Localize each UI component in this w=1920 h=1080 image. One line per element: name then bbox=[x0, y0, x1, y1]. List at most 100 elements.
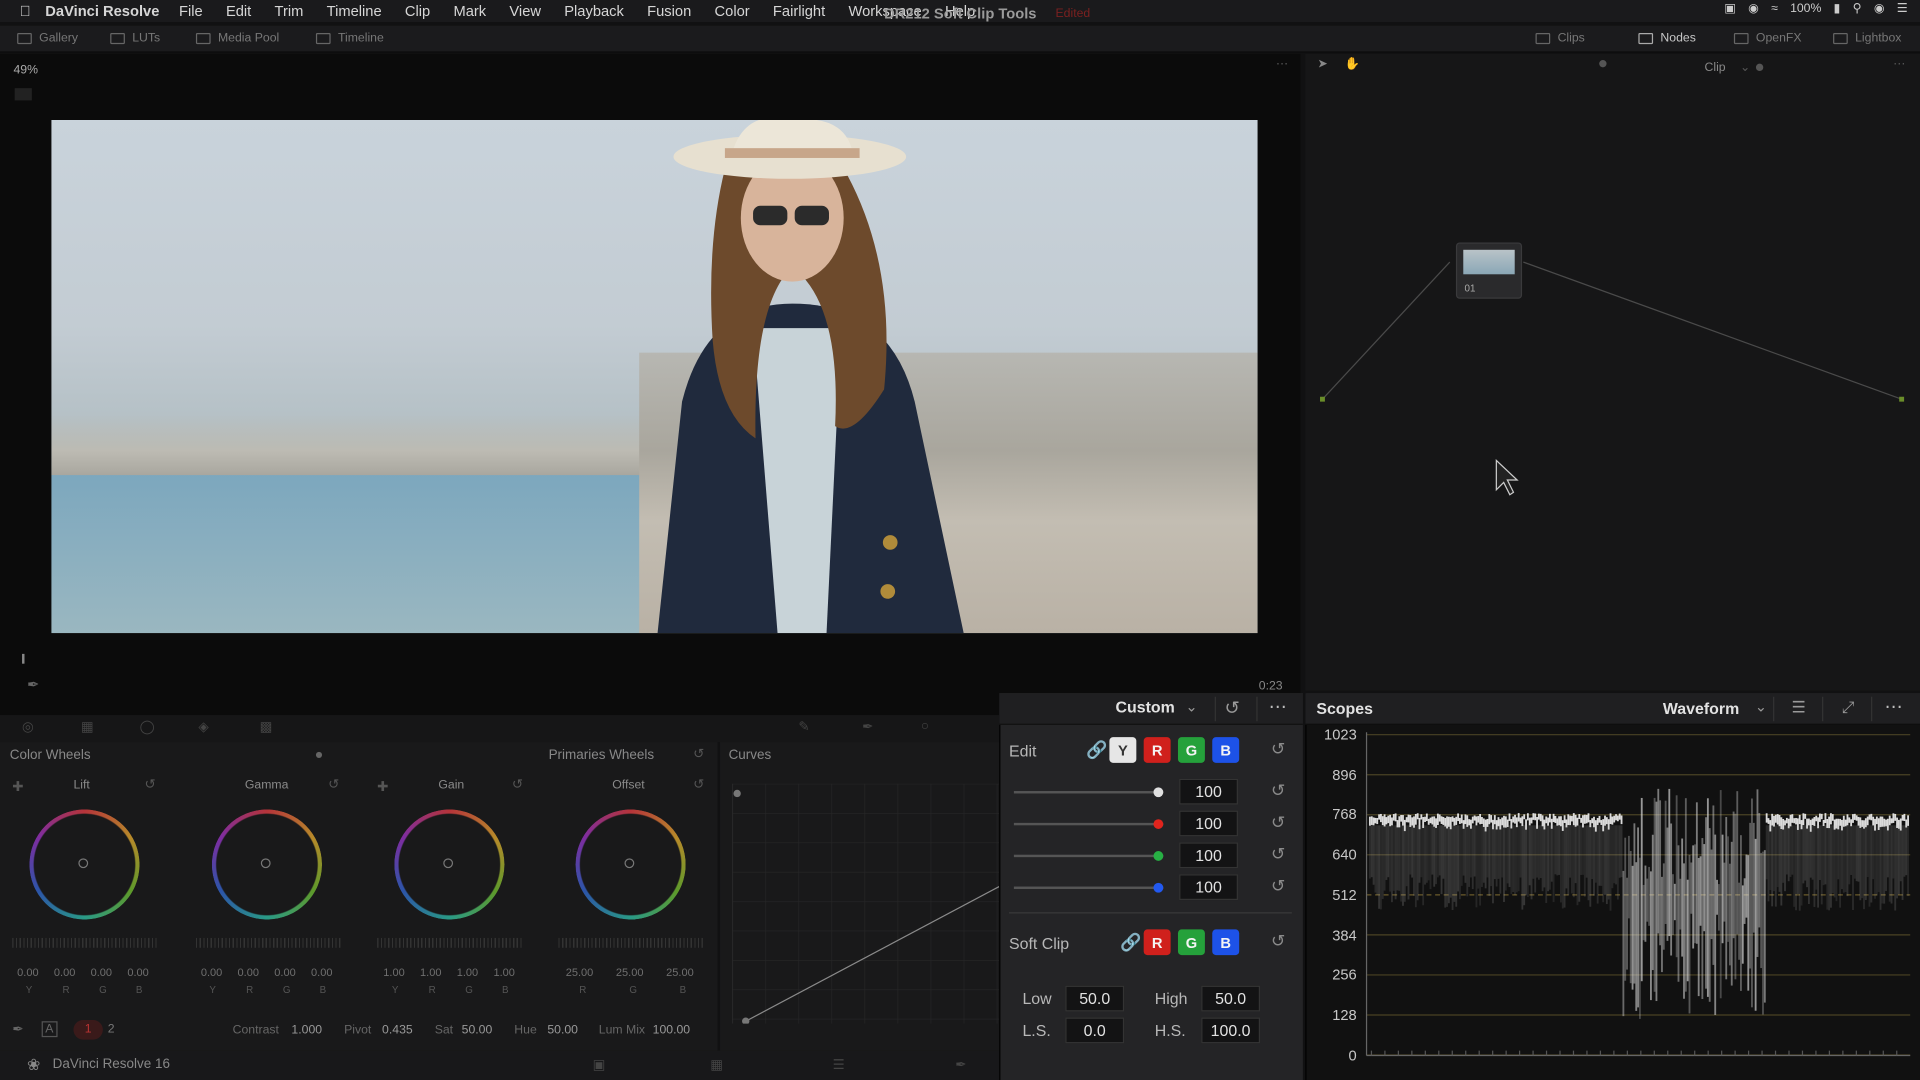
channel-b-button[interactable]: B bbox=[1212, 737, 1240, 763]
low-soft-input[interactable]: 0.0 bbox=[1065, 1017, 1125, 1044]
viewer-options-icon[interactable] bbox=[14, 88, 32, 101]
offset-value-b[interactable]: 25.00 bbox=[666, 966, 694, 978]
edit-slider-knob-y[interactable] bbox=[1153, 787, 1164, 798]
channel-g-button[interactable]: G bbox=[1177, 737, 1205, 763]
lift-value-g[interactable]: 0.00 bbox=[91, 966, 112, 978]
openfx-button[interactable]: OpenFX bbox=[1733, 32, 1802, 45]
high-soft-input[interactable]: 100.0 bbox=[1201, 1017, 1261, 1044]
edit-slider-knob-b[interactable] bbox=[1153, 882, 1164, 893]
gain-value-r[interactable]: 1.00 bbox=[420, 966, 441, 978]
lift-picker-icon[interactable]: ✚ bbox=[12, 779, 23, 795]
video-frame[interactable] bbox=[51, 120, 1258, 634]
gain-reset-icon[interactable]: ↺ bbox=[512, 776, 523, 793]
gamma-wheel-handle[interactable] bbox=[260, 858, 271, 869]
curves-graph[interactable] bbox=[732, 783, 1000, 1024]
search-icon[interactable]: ⚲ bbox=[1853, 2, 1862, 15]
gain-master-slider[interactable] bbox=[377, 937, 522, 948]
screen-icon[interactable]: ▣ bbox=[1724, 2, 1736, 15]
edit-reset-b-icon[interactable]: ↺ bbox=[1271, 876, 1285, 897]
curve-reset-all-icon[interactable]: ↺ bbox=[1225, 697, 1240, 719]
edit-reset-y-icon[interactable]: ↺ bbox=[1271, 780, 1285, 801]
edit-value-r[interactable]: 100 bbox=[1179, 810, 1238, 837]
chevron-down-icon[interactable]: ⌄ bbox=[1185, 698, 1197, 715]
menu-extras-icon[interactable]: ☰ bbox=[1897, 2, 1908, 15]
gain-picker-icon[interactable]: ✚ bbox=[377, 779, 388, 795]
color-match-icon[interactable]: ▦ bbox=[81, 719, 94, 735]
channel-r-button[interactable]: R bbox=[1143, 737, 1171, 763]
page-cut-icon[interactable]: ▦ bbox=[710, 1057, 723, 1073]
edit-slider-knob-g[interactable] bbox=[1153, 851, 1164, 861]
lightbox-button[interactable]: Lightbox bbox=[1833, 32, 1901, 45]
wifi-icon[interactable]: ≈ bbox=[1771, 2, 1778, 15]
page-fusion-icon[interactable]: ✒ bbox=[955, 1057, 966, 1073]
edit-slider-track-b[interactable] bbox=[1013, 886, 1164, 889]
more-options-icon[interactable]: ⋯ bbox=[1269, 696, 1287, 718]
menu-timeline[interactable]: Timeline bbox=[327, 2, 382, 19]
pivot-value[interactable]: 0.435 bbox=[382, 1024, 413, 1037]
node-01[interactable]: 01 bbox=[1455, 242, 1523, 299]
offset-wheel-handle[interactable] bbox=[624, 858, 635, 869]
link-icon[interactable]: 🔗 bbox=[1086, 740, 1107, 761]
sat-value[interactable]: 50.00 bbox=[462, 1024, 493, 1037]
auto-color-icon[interactable]: A bbox=[41, 1021, 58, 1038]
clips-button[interactable]: Clips bbox=[1535, 32, 1585, 45]
soft-clip-r-button[interactable]: R bbox=[1143, 929, 1171, 956]
gallery-button[interactable]: Gallery bbox=[17, 32, 78, 45]
lift-master-slider[interactable] bbox=[12, 937, 157, 948]
playhead-marker[interactable] bbox=[22, 653, 25, 664]
scope-settings-icon[interactable]: ☰ bbox=[1791, 698, 1805, 718]
menu-mark[interactable]: Mark bbox=[453, 2, 486, 19]
edit-slider-track-r[interactable] bbox=[1013, 822, 1164, 826]
menu-fairlight[interactable]: Fairlight bbox=[773, 2, 825, 19]
menu-view[interactable]: View bbox=[509, 2, 541, 19]
edit-value-b[interactable]: 100 bbox=[1179, 874, 1238, 901]
motion-effects-icon[interactable]: ▩ bbox=[260, 719, 273, 735]
chevron-down-icon[interactable]: ⌄ bbox=[1755, 698, 1767, 715]
viewer-more-icon[interactable]: ⋯ bbox=[1276, 58, 1288, 71]
menu-edit[interactable]: Edit bbox=[226, 2, 251, 19]
scope-type-select[interactable]: Waveform bbox=[1663, 699, 1739, 717]
edit-value-y[interactable]: 100 bbox=[1179, 778, 1238, 805]
page-2-button[interactable]: 2 bbox=[108, 1020, 115, 1040]
channel-y-button[interactable]: Y bbox=[1109, 737, 1137, 763]
gamma-value-b[interactable]: 0.00 bbox=[311, 966, 332, 978]
gain-wheel-handle[interactable] bbox=[443, 858, 454, 869]
luts-button[interactable]: LUTs bbox=[110, 32, 160, 45]
high-input[interactable]: 50.0 bbox=[1201, 985, 1261, 1012]
gamma-reset-icon[interactable]: ↺ bbox=[328, 776, 339, 793]
page-1-button[interactable]: 1 bbox=[73, 1020, 103, 1040]
edit-slider-track-g[interactable] bbox=[1013, 854, 1164, 858]
app-menu[interactable]: DaVinci Resolve bbox=[45, 2, 159, 19]
edit-slider-knob-r[interactable] bbox=[1153, 819, 1164, 829]
offset-master-slider[interactable] bbox=[558, 937, 703, 948]
edit-reset-icon[interactable]: ↺ bbox=[1271, 738, 1285, 759]
edit-reset-r-icon[interactable]: ↺ bbox=[1271, 812, 1285, 833]
lift-value-b[interactable]: 0.00 bbox=[127, 966, 148, 978]
wheels-reset-icon[interactable]: ↺ bbox=[693, 746, 704, 762]
camera-raw-icon[interactable]: ◎ bbox=[22, 719, 34, 735]
gamma-value-r[interactable]: 0.00 bbox=[238, 966, 259, 978]
curves-tool-icon[interactable]: ✎ bbox=[798, 719, 809, 735]
gamma-master-slider[interactable] bbox=[195, 937, 341, 948]
edit-value-g[interactable]: 100 bbox=[1179, 842, 1238, 869]
page-media-icon[interactable]: ▣ bbox=[593, 1057, 606, 1073]
menu-playback[interactable]: Playback bbox=[564, 2, 624, 19]
eyedropper-icon[interactable]: ✒ bbox=[27, 676, 39, 693]
offset-value-r[interactable]: 25.00 bbox=[566, 966, 594, 978]
curve-mode-select[interactable]: Custom bbox=[1116, 698, 1175, 716]
viewer-zoom[interactable]: 49% bbox=[13, 64, 38, 77]
window-icon[interactable]: ○ bbox=[921, 719, 929, 734]
gain-value-g[interactable]: 1.00 bbox=[457, 966, 478, 978]
page-edit-icon[interactable]: ☰ bbox=[833, 1057, 845, 1073]
gain-value-y[interactable]: 1.00 bbox=[383, 966, 404, 978]
lift-wheel-handle[interactable] bbox=[78, 858, 89, 869]
lift-reset-icon[interactable]: ↺ bbox=[144, 776, 155, 793]
lummix-value[interactable]: 100.00 bbox=[653, 1024, 690, 1037]
offset-value-g[interactable]: 25.00 bbox=[616, 966, 644, 978]
battery-icon[interactable]: ▮ bbox=[1834, 2, 1841, 15]
nodes-button[interactable]: Nodes bbox=[1638, 32, 1696, 45]
low-input[interactable]: 50.0 bbox=[1065, 985, 1125, 1012]
siri-icon[interactable]: ◉ bbox=[1874, 2, 1885, 15]
edit-reset-g-icon[interactable]: ↺ bbox=[1271, 844, 1285, 865]
lift-value-y[interactable]: 0.00 bbox=[17, 966, 38, 978]
